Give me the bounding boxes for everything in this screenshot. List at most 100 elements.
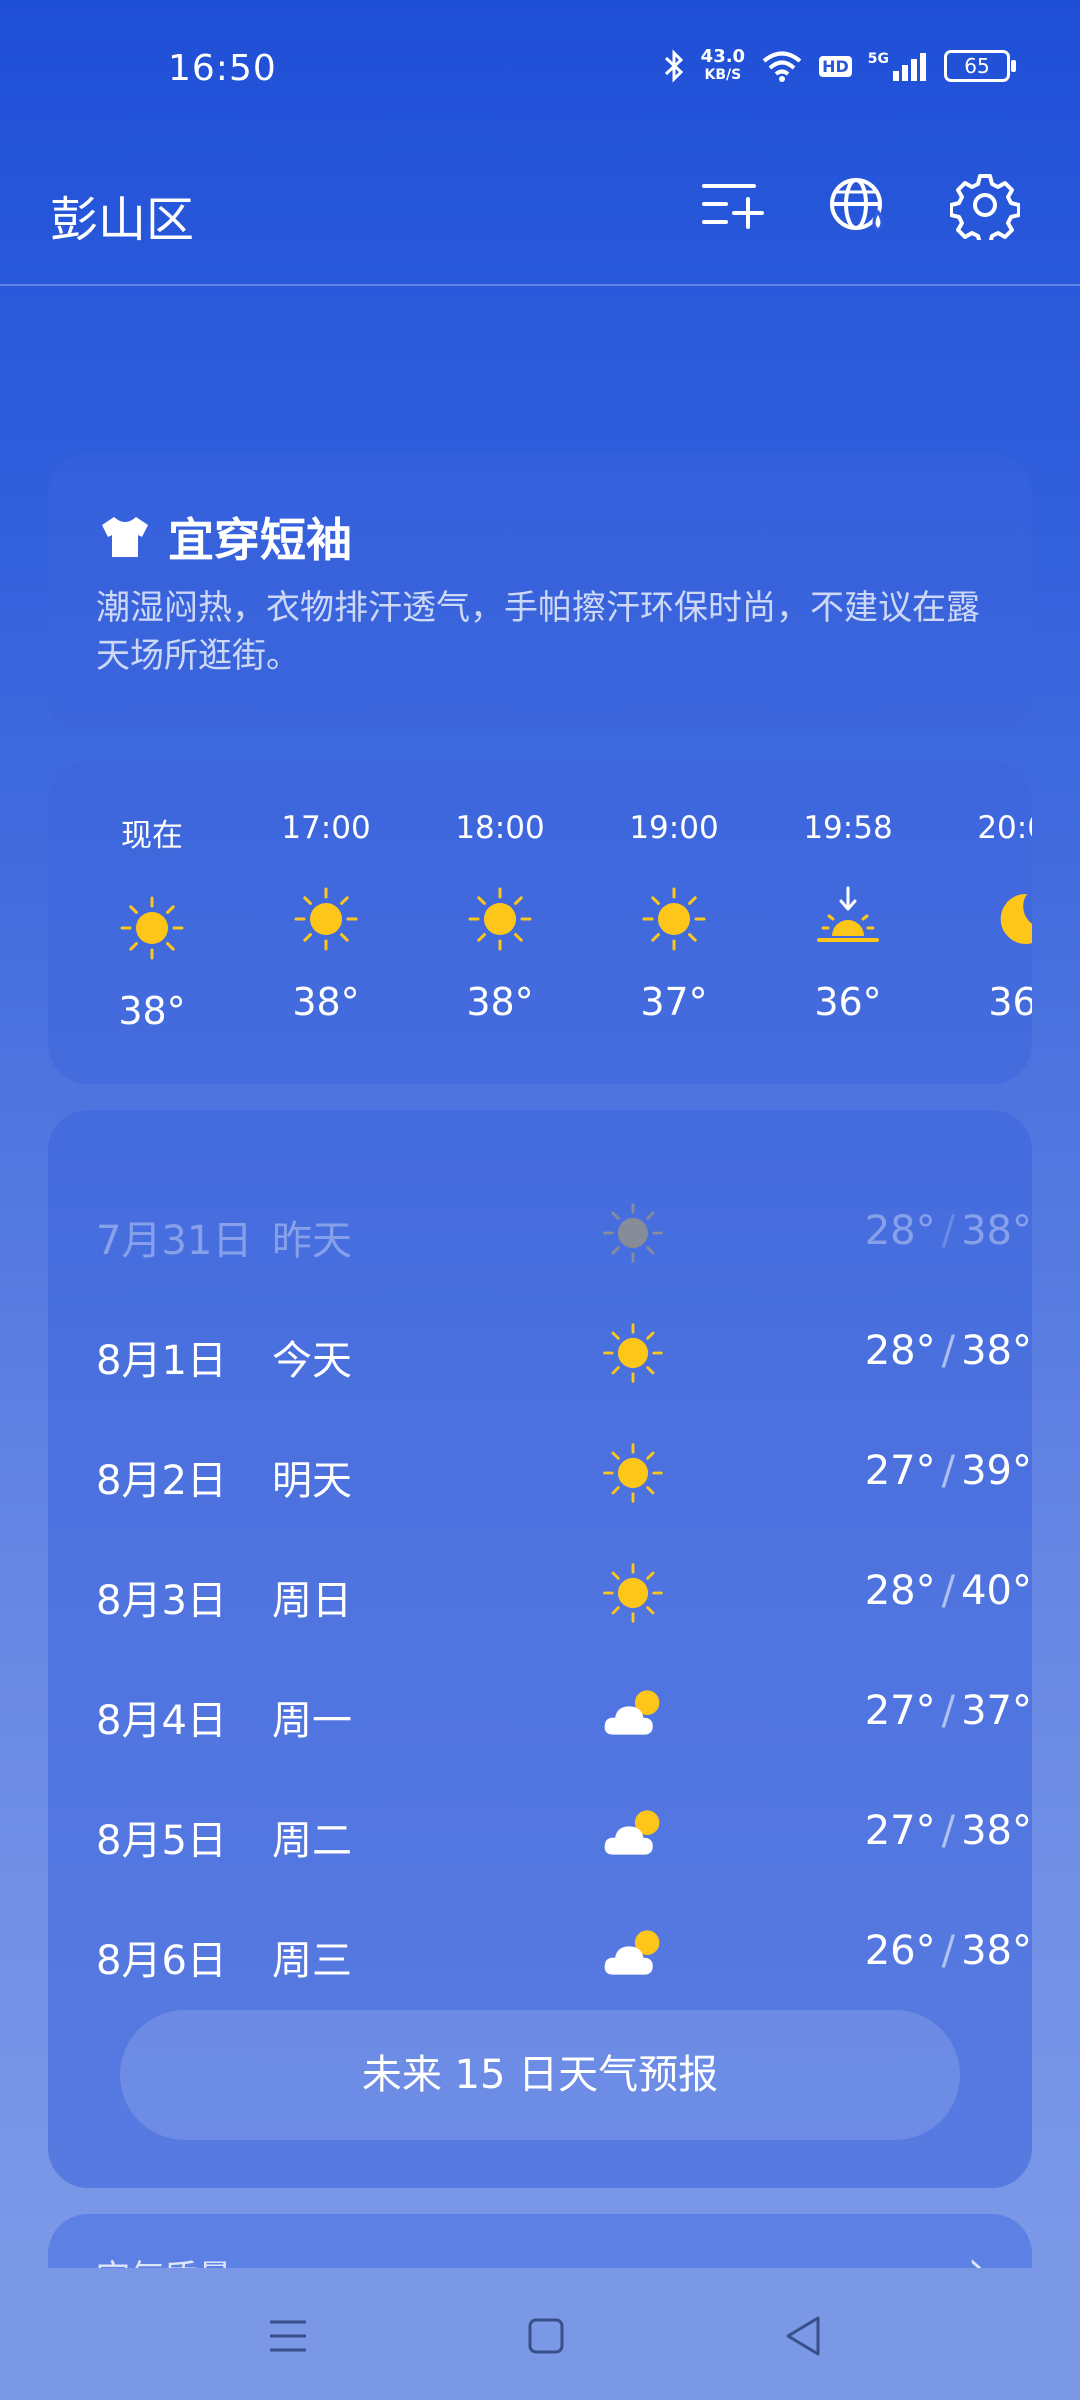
daily-high: 40° bbox=[961, 1568, 1032, 1614]
hourly-item[interactable]: 19:00 37° bbox=[624, 810, 724, 1024]
daily-date: 8月1日 bbox=[96, 1338, 227, 1384]
temp-separator: / bbox=[941, 1328, 956, 1374]
sunset-icon bbox=[813, 884, 883, 954]
daily-temp-range: 27°/37° bbox=[865, 1688, 1032, 1734]
back-nav-icon[interactable] bbox=[776, 2308, 832, 2364]
daily-date: 8月2日 bbox=[96, 1458, 227, 1504]
daily-row[interactable]: 8月1日 今天 28°/38° bbox=[96, 1310, 1032, 1390]
dress-description: 潮湿闷热，衣物排汗透气，手帕擦汗环保时尚，不建议在露天场所逛街。 bbox=[96, 588, 980, 676]
hourly-item[interactable]: 20:00 36° bbox=[972, 810, 1032, 1024]
daily-low: 28° bbox=[864, 1328, 936, 1374]
settings-gear-icon[interactable] bbox=[950, 170, 1020, 240]
home-nav-icon[interactable] bbox=[518, 2308, 574, 2364]
daily-date: 7月31日 bbox=[96, 1218, 253, 1264]
cloud-sun-icon bbox=[600, 1920, 666, 1986]
hourly-time: 20:00 bbox=[977, 810, 1032, 846]
hourly-temp: 37° bbox=[640, 980, 708, 1024]
sun-icon bbox=[600, 1320, 666, 1386]
daily-date: 8月6日 bbox=[96, 1938, 227, 1984]
status-bar: 16:50 43.0 KB/S HD 5G 65 bbox=[0, 0, 1080, 140]
daily-day: 今天 bbox=[272, 1338, 352, 1384]
cloud-sun-icon bbox=[600, 1800, 666, 1866]
add-city-icon[interactable] bbox=[698, 170, 768, 240]
daily-row[interactable]: 8月3日 周日 28°/40° bbox=[96, 1550, 1032, 1630]
daily-day: 昨天 bbox=[272, 1218, 352, 1264]
hourly-temp: 36° bbox=[814, 980, 882, 1024]
signal-icon bbox=[893, 53, 926, 81]
daily-row[interactable]: 8月2日 明天 27°/39° bbox=[96, 1430, 1032, 1510]
daily-temp-range: 28°/40° bbox=[865, 1568, 1032, 1614]
daily-low: 28° bbox=[864, 1568, 936, 1614]
forecast-15-day-button[interactable]: 未来 15 日天气预报 bbox=[120, 2010, 960, 2140]
daily-high: 38° bbox=[961, 1328, 1032, 1374]
network-type: 5G bbox=[867, 51, 889, 67]
temp-separator: / bbox=[941, 1448, 956, 1494]
dress-title-row: 宜穿短袖 bbox=[98, 504, 352, 570]
daily-temp-range: 28°/38° bbox=[865, 1328, 1032, 1374]
hourly-time: 现在 bbox=[121, 818, 183, 854]
daily-high: 37° bbox=[961, 1688, 1032, 1734]
daily-row[interactable]: 7月31日 昨天 28°/38° bbox=[96, 1190, 1032, 1270]
speed-value: 43.0 bbox=[700, 46, 746, 67]
daily-temp-range: 27°/39° bbox=[865, 1448, 1032, 1494]
daily-day: 周三 bbox=[272, 1938, 352, 1984]
temp-separator: / bbox=[941, 1928, 956, 1974]
speed-unit: KB/S bbox=[704, 67, 742, 83]
daily-high: 38° bbox=[961, 1208, 1032, 1254]
temp-separator: / bbox=[941, 1808, 956, 1854]
hourly-temp: 36° bbox=[988, 980, 1032, 1024]
city-title[interactable]: 彭山区 bbox=[50, 180, 194, 250]
daily-high: 38° bbox=[961, 1928, 1032, 1974]
hourly-time: 18:00 bbox=[455, 810, 545, 846]
daily-high: 38° bbox=[961, 1808, 1032, 1854]
hourly-temp: 38° bbox=[292, 980, 360, 1024]
daily-low: 27° bbox=[864, 1688, 936, 1734]
daily-row[interactable]: 8月4日 周一 27°/37° bbox=[96, 1670, 1032, 1750]
cellular-signal: 5G bbox=[868, 51, 928, 81]
hourly-time: 19:00 bbox=[629, 810, 719, 846]
hourly-item[interactable]: 19:58 36° bbox=[798, 810, 898, 1024]
system-nav-bar bbox=[0, 2268, 1080, 2400]
daily-high: 39° bbox=[961, 1448, 1032, 1494]
sun-icon bbox=[291, 884, 361, 954]
dress-title: 宜穿短袖 bbox=[168, 513, 352, 567]
daily-day: 明天 bbox=[272, 1458, 352, 1504]
sun-icon bbox=[600, 1560, 666, 1626]
cloud-sun-icon bbox=[600, 1680, 666, 1746]
daily-row[interactable]: 8月6日 周三 26°/38° bbox=[96, 1910, 1032, 1990]
hourly-forecast-card[interactable]: 现在 38° 17:00 38° 18:00 38° 19:00 37° 19:58 36° 20… bbox=[48, 762, 1032, 1084]
sun-icon bbox=[117, 893, 187, 963]
hourly-temp: 38° bbox=[118, 989, 186, 1033]
hourly-time: 19:58 bbox=[803, 810, 893, 846]
hourly-item[interactable]: 现在 38° bbox=[102, 810, 202, 1033]
globe-weather-icon[interactable] bbox=[824, 170, 894, 240]
tshirt-icon bbox=[102, 517, 148, 557]
network-speed: 43.0 KB/S bbox=[701, 48, 745, 84]
temp-separator: / bbox=[941, 1688, 956, 1734]
hd-badge: HD bbox=[819, 55, 852, 77]
daily-temp-range: 28°/38° bbox=[865, 1208, 1032, 1254]
daily-temp-range: 26°/38° bbox=[865, 1928, 1032, 1974]
temp-separator: / bbox=[941, 1208, 956, 1254]
status-time: 16:50 bbox=[168, 48, 277, 89]
sun-icon bbox=[600, 1200, 666, 1266]
hourly-time: 17:00 bbox=[281, 810, 371, 846]
hourly-temp: 38° bbox=[466, 980, 534, 1024]
sun-icon bbox=[600, 1440, 666, 1506]
dress-suggestion-card[interactable]: 宜穿短袖 潮湿闷热，衣物排汗透气，手帕擦汗环保时尚，不建议在露天场所逛街。 bbox=[48, 454, 1032, 736]
daily-low: 28° bbox=[864, 1208, 936, 1254]
wifi-icon bbox=[762, 51, 802, 82]
daily-day: 周二 bbox=[272, 1818, 352, 1864]
sun-icon bbox=[639, 884, 709, 954]
daily-date: 8月3日 bbox=[96, 1578, 227, 1624]
hourly-item[interactable]: 17:00 38° bbox=[276, 810, 376, 1024]
daily-low: 26° bbox=[864, 1928, 936, 1974]
daily-row[interactable]: 8月5日 周二 27°/38° bbox=[96, 1790, 1032, 1870]
menu-nav-icon[interactable] bbox=[260, 2308, 316, 2364]
daily-day: 周一 bbox=[272, 1698, 352, 1744]
daily-low: 27° bbox=[864, 1448, 936, 1494]
hourly-item[interactable]: 18:00 38° bbox=[450, 810, 550, 1024]
moon-icon bbox=[987, 884, 1032, 954]
battery-indicator: 65 bbox=[944, 50, 1016, 82]
daily-date: 8月5日 bbox=[96, 1818, 227, 1864]
